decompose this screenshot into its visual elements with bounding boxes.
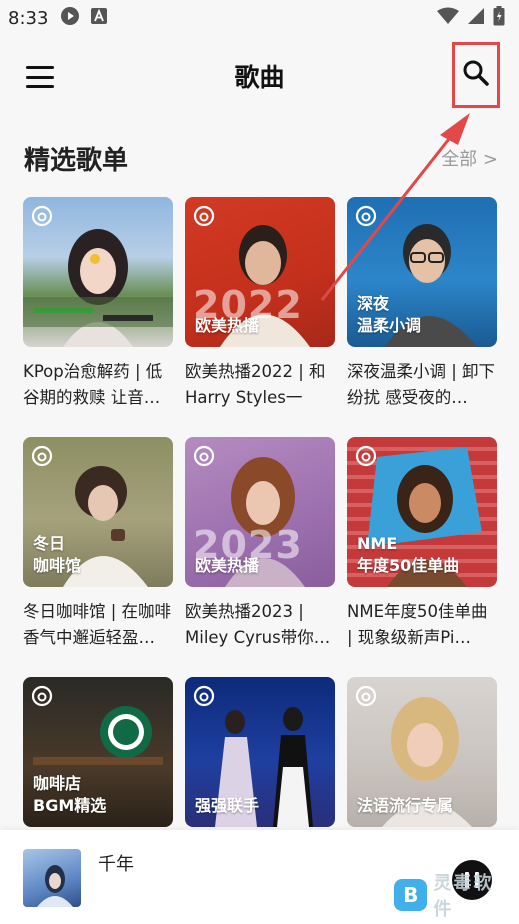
cover-overlay-text: 欧美热播 xyxy=(195,556,260,575)
playlist-cover[interactable]: NME 年度50佳单曲 xyxy=(347,437,497,587)
netease-logo-icon xyxy=(193,445,215,467)
watermark: B 灵毒软件 xyxy=(394,873,512,920)
signal-icon xyxy=(467,7,485,29)
netease-logo-icon xyxy=(193,205,215,227)
see-all-link[interactable]: 全部 > xyxy=(441,145,498,171)
play-notification-icon xyxy=(60,6,80,30)
section-title: 精选歌单 xyxy=(24,145,129,176)
netease-logo-icon xyxy=(31,445,53,467)
netease-logo-icon xyxy=(31,685,53,707)
playlist-caption: 欧美热播2023 | Miley Cyrus带你… xyxy=(185,602,331,647)
battery-icon xyxy=(493,6,505,30)
netease-logo-icon xyxy=(193,685,215,707)
playlist-cover[interactable]: 咖啡店 BGM精选 xyxy=(23,677,173,827)
netease-logo-icon xyxy=(355,685,377,707)
wifi-icon xyxy=(437,7,459,29)
now-playing-cover[interactable] xyxy=(23,849,81,907)
cover-overlay-text: 冬日 咖啡馆 xyxy=(33,534,82,575)
playlist-cover[interactable] xyxy=(23,197,173,347)
playlist-card[interactable]: 法语流行专属 xyxy=(347,677,497,827)
search-icon xyxy=(462,59,490,91)
playlist-cover[interactable]: 法语流行专属 xyxy=(347,677,497,827)
search-button[interactable] xyxy=(452,42,500,108)
cover-overlay-text: 欧美热播 xyxy=(195,316,260,335)
font-notification-icon xyxy=(90,7,108,29)
playlist-card[interactable]: 冬日 咖啡馆 冬日咖啡馆 | 在咖啡香气中邂逅轻盈… xyxy=(23,437,173,651)
cover-overlay-text: 法语流行专属 xyxy=(357,796,454,815)
playlist-cover[interactable]: 2022 欧美热播 xyxy=(185,197,335,347)
playlist-cover[interactable]: 强强联手 xyxy=(185,677,335,827)
status-time: 8:33 xyxy=(8,7,49,29)
netease-logo-icon xyxy=(355,205,377,227)
netease-logo-icon xyxy=(31,205,53,227)
watermark-logo-icon: B xyxy=(394,879,428,911)
playlist-cover[interactable]: 冬日 咖啡馆 xyxy=(23,437,173,587)
playlist-caption: 欧美热播2022 | 和Harry Styles一起… xyxy=(185,362,326,407)
playlist-card[interactable]: 2022 欧美热播 欧美热播2022 | 和Harry Styles一起… xyxy=(185,197,335,411)
cover-overlay-text: 深夜 温柔小调 xyxy=(357,294,422,335)
playlist-cover[interactable]: 深夜 温柔小调 xyxy=(347,197,497,347)
mini-player[interactable]: 千年 B 灵毒软件 xyxy=(0,830,519,924)
cover-overlay-text: 咖啡店 BGM精选 xyxy=(33,774,107,815)
playlist-caption: 深夜温柔小调 | 卸下纷扰 感受夜的… xyxy=(347,362,496,407)
now-playing-title: 千年 xyxy=(98,854,134,875)
playlist-card[interactable]: 2023 欧美热播 欧美热播2023 | Miley Cyrus带你… xyxy=(185,437,335,651)
playlist-card[interactable]: 强强联手 xyxy=(185,677,335,827)
status-bar: 8:33 xyxy=(0,0,519,36)
page-title: 歌曲 xyxy=(234,63,285,92)
section-header: 精选歌单 全部 > xyxy=(24,138,498,178)
cover-overlay-text: 强强联手 xyxy=(195,796,260,815)
app-header: 歌曲 xyxy=(0,40,519,112)
playlist-caption: 冬日咖啡馆 | 在咖啡香气中邂逅轻盈… xyxy=(23,602,172,647)
playlist-cover[interactable]: 2023 欧美热播 xyxy=(185,437,335,587)
playlist-caption: KPop治愈解药 | 低谷期的救赎 让音… xyxy=(23,362,163,407)
playlist-card[interactable]: 咖啡店 BGM精选 xyxy=(23,677,173,827)
netease-logo-icon xyxy=(355,445,377,467)
watermark-text: 灵毒软件 xyxy=(433,873,494,920)
playlist-card[interactable]: KPop治愈解药 | 低谷期的救赎 让音… xyxy=(23,197,173,411)
playlist-card[interactable]: NME 年度50佳单曲 NME年度50佳单曲 | 现象级新声Pi… xyxy=(347,437,497,651)
playlist-card[interactable]: 深夜 温柔小调 深夜温柔小调 | 卸下纷扰 感受夜的… xyxy=(347,197,497,411)
playlist-caption: NME年度50佳单曲 | 现象级新声Pi… xyxy=(347,602,488,647)
cover-overlay-text: NME 年度50佳单曲 xyxy=(357,534,460,575)
